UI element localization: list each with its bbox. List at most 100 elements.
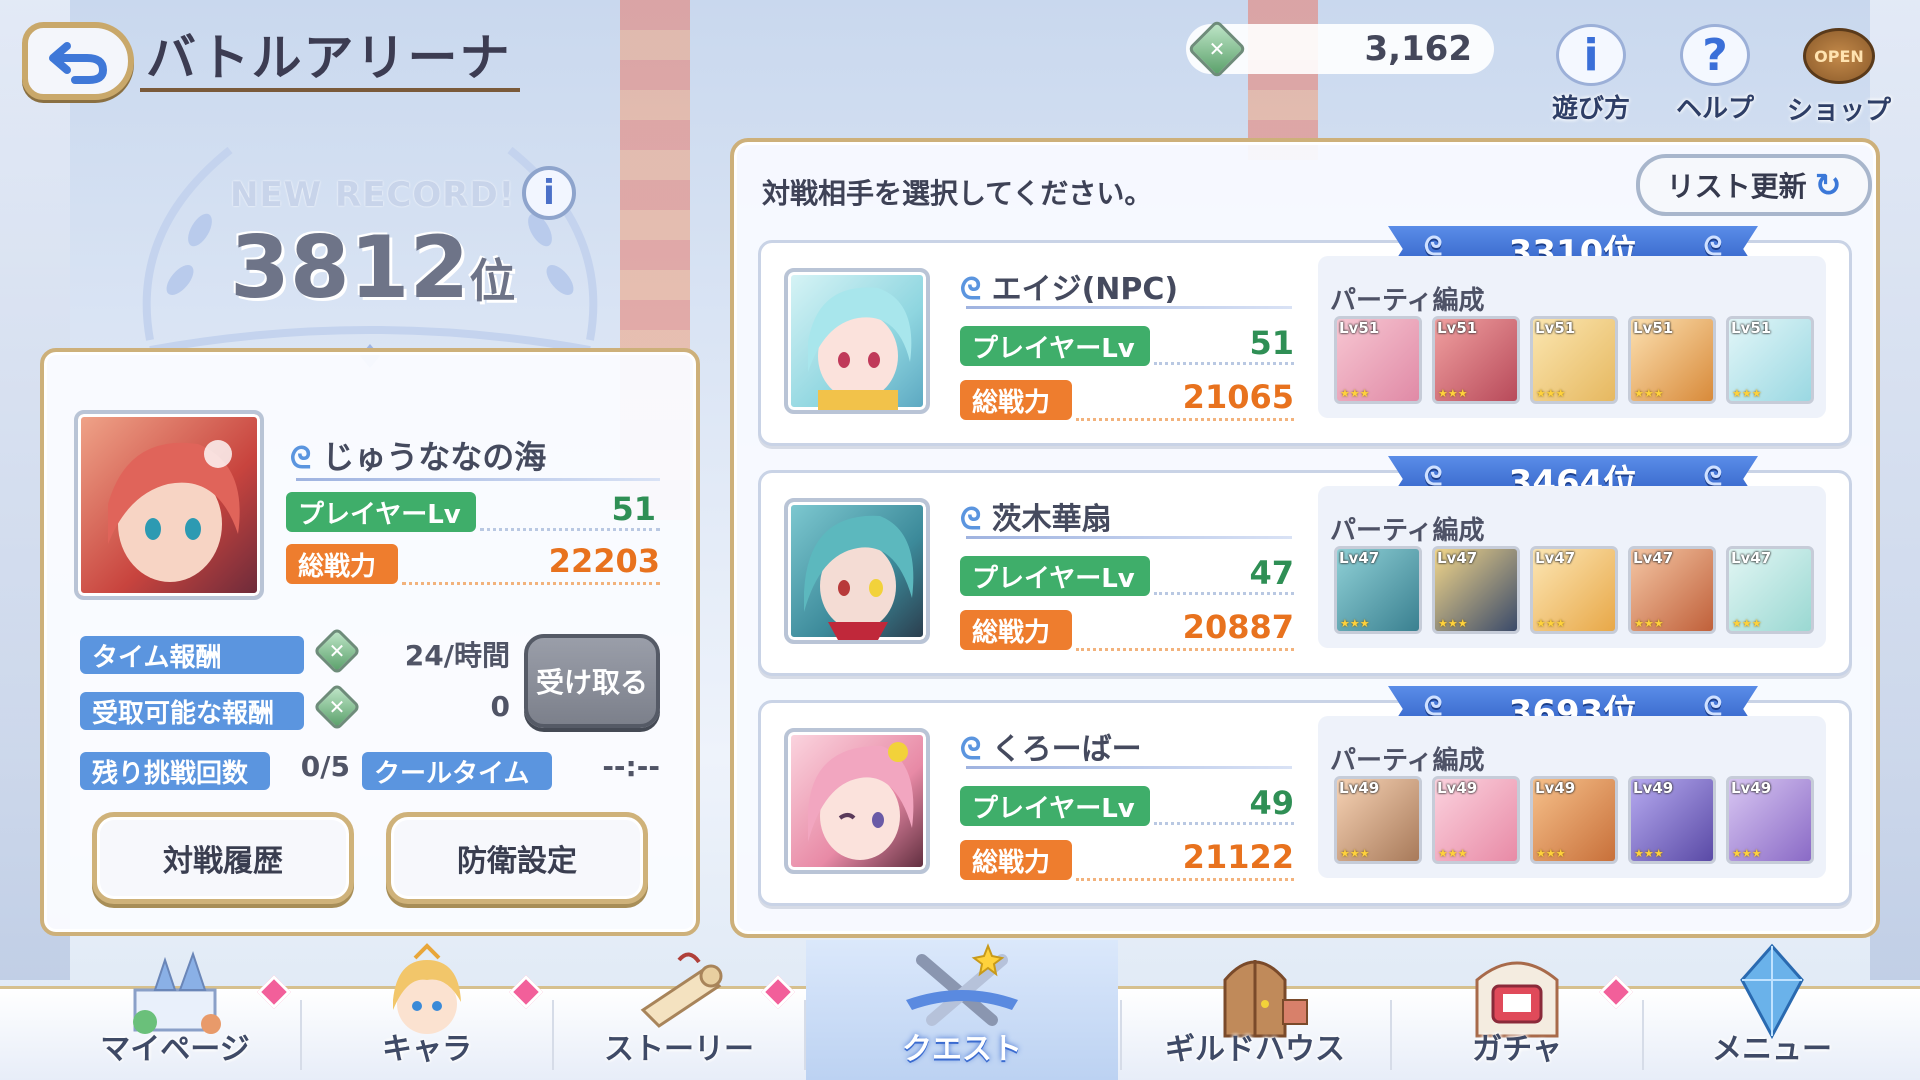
nav-guildhouse[interactable]: ギルドハウス xyxy=(1122,940,1388,1080)
notification-badge xyxy=(509,975,543,1009)
party-member-level: Lv49 xyxy=(1437,779,1478,797)
jewel-amount: 3,162 xyxy=(1364,29,1472,69)
party-member-level: Lv51 xyxy=(1437,319,1478,337)
nav-mypage[interactable]: マイページ xyxy=(50,940,300,1080)
name-underline xyxy=(296,478,660,481)
party-member-portrait: Lv47 ★★★ xyxy=(1432,546,1520,634)
nav-menu[interactable]: メニュー xyxy=(1644,940,1900,1080)
rarity-stars: ★★★ xyxy=(1732,847,1762,860)
opponent-name-text: 茨木華扇 xyxy=(991,502,1112,537)
party-label: パーティ編成 xyxy=(1330,746,1485,776)
nav-quest[interactable]: クエスト xyxy=(806,940,1118,1080)
opponent-name: ᘓ くろーばー xyxy=(960,724,1142,768)
nav-label: マイページ xyxy=(100,1032,250,1067)
back-arrow-icon xyxy=(49,42,108,84)
how-to-play-label: 遊び方 xyxy=(1551,94,1630,124)
avatar-art xyxy=(808,742,914,860)
rarity-stars: ★★★ xyxy=(1340,617,1370,630)
power-dotline xyxy=(1076,418,1294,421)
party-member-portrait: Lv47 ★★★ xyxy=(1628,546,1716,634)
opponent-avatar xyxy=(784,498,930,644)
cooltime-value: --:-- xyxy=(602,750,660,783)
defense-setting-button[interactable]: 防衛設定 xyxy=(386,812,648,904)
player-level-label: プレイヤーLv xyxy=(286,492,476,532)
level-dotline xyxy=(1154,362,1294,365)
shop-button[interactable]: OPEN ショップ xyxy=(1784,24,1894,127)
party-member-portrait: Lv49 ★★★ xyxy=(1628,776,1716,864)
opponent-name-text: エイジ(NPC) xyxy=(991,272,1179,307)
party-label: パーティ編成 xyxy=(1330,516,1485,546)
party-label: パーティ編成 xyxy=(1330,286,1485,316)
opponent-power-value: 21122 xyxy=(1182,838,1294,876)
nav-story[interactable]: ストーリー xyxy=(554,940,804,1080)
rarity-stars: ★★★ xyxy=(1536,617,1566,630)
avatar-art xyxy=(808,287,912,410)
remaining-attempts-value: 0/5 xyxy=(300,750,350,783)
party-member-portrait: Lv51 ★★★ xyxy=(1334,316,1422,404)
help-icon: ? xyxy=(1680,24,1750,86)
player-rank-unit: 位 xyxy=(469,254,516,308)
rarity-stars: ★★★ xyxy=(1634,387,1664,400)
rarity-stars: ★★★ xyxy=(1340,387,1370,400)
level-dotline xyxy=(1154,822,1294,825)
party-member-level: Lv49 xyxy=(1339,779,1380,797)
player-avatar xyxy=(74,410,264,600)
party-member-portrait: Lv47 ★★★ xyxy=(1530,546,1618,634)
nav-gacha[interactable]: ガチャ xyxy=(1392,940,1642,1080)
opponent-power-value: 20887 xyxy=(1182,608,1294,646)
how-to-play-button[interactable]: i 遊び方 xyxy=(1536,24,1646,125)
opponent-avatar xyxy=(784,268,930,414)
shop-icon: OPEN xyxy=(1803,28,1875,84)
refresh-icon: ↻ xyxy=(1814,166,1842,204)
cooltime-label: クールタイム xyxy=(362,752,552,790)
rarity-stars: ★★★ xyxy=(1438,847,1468,860)
party-member-level: Lv47 xyxy=(1633,549,1674,567)
back-button[interactable] xyxy=(22,22,134,100)
name-underline xyxy=(966,306,1292,309)
power-dotline xyxy=(1076,648,1294,651)
party-member-level: Lv51 xyxy=(1633,319,1674,337)
party-member-portrait: Lv49 ★★★ xyxy=(1530,776,1618,864)
battle-history-button[interactable]: 対戦履歴 xyxy=(92,812,354,904)
info-icon: i xyxy=(543,173,555,213)
rarity-stars: ★★★ xyxy=(1438,617,1468,630)
party-member-level: Lv49 xyxy=(1633,779,1674,797)
opponent-level-value: 49 xyxy=(1249,784,1294,822)
nav-label: ガチャ xyxy=(1472,1032,1562,1067)
party-member-portrait: Lv51 ★★★ xyxy=(1628,316,1716,404)
party-member-portrait: Lv49 ★★★ xyxy=(1726,776,1814,864)
nav-label: ギルドハウス xyxy=(1165,1032,1345,1067)
level-dotline xyxy=(480,528,660,531)
nav-chara[interactable]: キャラ xyxy=(302,940,552,1080)
nav-label: キャラ xyxy=(382,1032,472,1067)
name-underline xyxy=(966,536,1292,539)
opponent-power-label: 総戦力 xyxy=(960,840,1072,880)
party-member-portrait: Lv47 ★★★ xyxy=(1334,546,1422,634)
help-button[interactable]: ? ヘルプ xyxy=(1660,24,1770,125)
select-opponent-prompt: 対戦相手を選択してください。 xyxy=(762,177,1153,210)
remaining-attempts-label: 残り挑戦回数 xyxy=(80,752,270,790)
party-member-portrait: Lv51 ★★★ xyxy=(1726,316,1814,404)
party-member-level: Lv51 xyxy=(1339,319,1380,337)
avatar-art xyxy=(804,515,914,640)
receive-reward-button[interactable]: 受け取る xyxy=(524,634,660,728)
available-reward-label: 受取可能な報酬 xyxy=(80,692,304,730)
party-member-portrait: Lv47 ★★★ xyxy=(1726,546,1814,634)
name-underline xyxy=(966,766,1292,769)
power-dotline xyxy=(1076,878,1294,881)
level-dotline xyxy=(1154,592,1294,595)
party-member-portrait: Lv51 ★★★ xyxy=(1432,316,1520,404)
nav-label: ストーリー xyxy=(604,1032,754,1067)
party-member-level: Lv47 xyxy=(1437,549,1478,567)
party-member-level: Lv47 xyxy=(1339,549,1380,567)
rarity-stars: ★★★ xyxy=(1438,387,1468,400)
refresh-list-button[interactable]: リスト更新 ↻ xyxy=(1636,154,1872,216)
rank-info-button[interactable]: i xyxy=(522,166,576,220)
party-member-level: Lv47 xyxy=(1535,549,1576,567)
name-swirl-icon: ᘓ xyxy=(960,732,982,767)
title-underline xyxy=(140,88,520,92)
power-dotline xyxy=(402,582,660,585)
player-name-text: じゅうななの海 xyxy=(322,438,547,476)
refresh-label: リスト更新 xyxy=(1666,170,1807,203)
party-member-portrait: Lv49 ★★★ xyxy=(1334,776,1422,864)
